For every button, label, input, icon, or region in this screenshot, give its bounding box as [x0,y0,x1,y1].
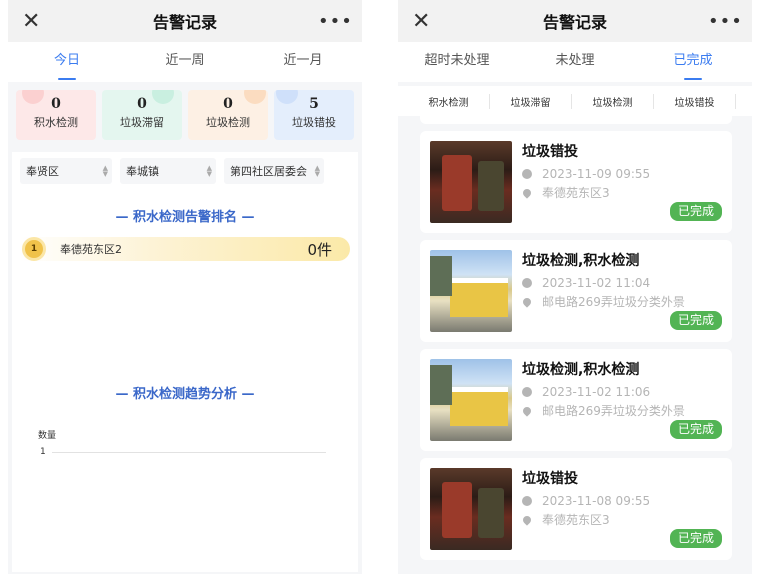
alert-thumbnail[interactable] [430,250,512,332]
close-icon[interactable]: ✕ [412,9,442,34]
town-value: 奉城镇 [126,165,159,178]
y-axis-label: 数量 [38,431,57,441]
alert-location: 邮电路269弄垃圾分类外景 [542,295,685,309]
stat-label: 垃圾错投 [292,116,336,129]
clock-icon [522,169,532,179]
list-item[interactable]: 垃圾检测,积水检测 2023-11-02 11:06 邮电路269弄垃圾分类外景… [420,349,732,451]
status-badge: 已完成 [669,420,722,439]
district-select[interactable]: 奉贤区 ▲ ▼ [20,158,112,184]
tab-today[interactable]: 今日 [8,42,126,82]
alert-title: 垃圾检测,积水检测 [522,253,640,269]
chip-garbage[interactable]: 垃圾检测 [572,93,654,109]
left-screen: ✕ 告警记录 ••• 今日 近一周 近一月 0 积水检测 0 垃圾滞留 0 垃圾… [8,0,362,574]
more-icon[interactable]: ••• [318,11,352,32]
alert-time: 2023-11-02 11:06 [542,385,651,399]
stat-card-retention[interactable]: 0 垃圾滞留 [102,90,182,140]
stat-label: 积水检测 [34,116,78,129]
tab-overdue[interactable]: 超时未处理 [398,42,516,82]
status-badge: 已完成 [669,202,722,221]
period-tabs: 今日 近一周 近一月 [8,42,362,82]
alert-location: 奉德苑东区3 [542,186,610,200]
alert-title: 垃圾错投 [522,144,578,160]
alert-thumbnail[interactable] [430,468,512,550]
chip-misplaced[interactable]: 垃圾错投 [654,93,736,109]
location-pin-icon [521,404,533,417]
page-title: 告警记录 [542,13,607,32]
list-item[interactable]: 垃圾错投 2023-11-09 09:55 奉德苑东区3 已完成 [420,131,732,233]
y-axis-tick: 1 [40,447,46,457]
alert-title: 垃圾检测,积水检测 [522,362,640,378]
more-icon[interactable]: ••• [708,11,742,32]
sort-arrows-icon: ▲ ▼ [314,164,320,178]
medal-icon: 1 [22,237,46,261]
ranking-count: 0件 [307,240,332,259]
ranking-name: 奉德苑东区2 [60,243,122,256]
community-value: 第四社区居委会 [230,165,307,178]
alert-list: 垃圾错投 2023-11-09 09:55 奉德苑东区3 已完成 垃圾检测,积水… [398,114,752,560]
alert-title: 垃圾错投 [522,471,578,487]
nav-bar: ✕ 告警记录 ••• [8,0,362,42]
ranking-title: — 积水检测告警排名 — [115,210,255,225]
close-icon[interactable]: ✕ [22,9,52,34]
community-select[interactable]: 第四社区居委会 ▲ ▼ [224,158,324,184]
alert-thumbnail[interactable] [430,359,512,441]
stat-card-garbage[interactable]: 0 垃圾检测 [188,90,268,140]
list-item[interactable]: 垃圾错投 2023-11-08 09:55 奉德苑东区3 已完成 [420,458,732,560]
alert-time: 2023-11-02 11:04 [542,276,651,290]
tab-unprocessed[interactable]: 未处理 [516,42,634,82]
location-pin-icon [521,186,533,199]
clock-icon [522,387,532,397]
alert-time: 2023-11-09 09:55 [542,167,651,181]
tab-completed[interactable]: 已完成 [634,42,752,82]
right-screen: ✕ 告警记录 ••• 超时未处理 未处理 已完成 积水检测 垃圾滞留 垃圾检测 … [398,0,752,574]
clock-icon [522,278,532,288]
list-item[interactable]: 垃圾检测,积水检测 2023-11-02 11:04 邮电路269弄垃圾分类外景… [420,240,732,342]
tab-month[interactable]: 近一月 [244,42,362,82]
tab-week[interactable]: 近一周 [126,42,244,82]
analysis-card: 奉贤区 ▲ ▼ 奉城镇 ▲ ▼ 第四社区居委会 ▲ ▼ — 积水检测告警排名 — 1 … [12,152,358,572]
alert-location: 奉德苑东区3 [542,513,610,527]
y-axis-row: 1 [40,447,350,457]
region-filters: 奉贤区 ▲ ▼ 奉城镇 ▲ ▼ 第四社区居委会 ▲ ▼ [20,158,350,184]
location-pin-icon [521,513,533,526]
status-tabs: 超时未处理 未处理 已完成 [398,42,752,82]
sort-arrows-icon: ▲ ▼ [206,164,212,178]
status-badge: 已完成 [669,529,722,548]
chip-retention[interactable]: 垃圾滞留 [490,93,572,109]
type-chips: 积水检测 垃圾滞留 垃圾检测 垃圾错投 [398,86,752,116]
list-item-partial [420,114,732,124]
alert-thumbnail[interactable] [430,141,512,223]
location-pin-icon [521,295,533,308]
alert-location: 邮电路269弄垃圾分类外景 [542,404,685,418]
stat-label: 垃圾滞留 [120,116,164,129]
district-value: 奉贤区 [26,165,59,178]
status-badge: 已完成 [669,311,722,330]
ranking-row: 1 奉德苑东区2 0件 [20,237,350,261]
stat-cards: 0 积水检测 0 垃圾滞留 0 垃圾检测 5 垃圾错投 [8,82,362,148]
trend-title: — 积水检测趋势分析 — [115,387,255,402]
page-title: 告警记录 [152,13,217,32]
nav-bar: ✕ 告警记录 ••• [398,0,752,42]
stat-card-water[interactable]: 0 积水检测 [16,90,96,140]
sort-arrows-icon: ▲ ▼ [102,164,108,178]
town-select[interactable]: 奉城镇 ▲ ▼ [120,158,216,184]
alert-time: 2023-11-08 09:55 [542,494,651,508]
grid-line [52,451,326,453]
clock-icon [522,496,532,506]
stat-label: 垃圾检测 [206,116,250,129]
chip-water[interactable]: 积水检测 [408,93,490,109]
stat-card-misplaced[interactable]: 5 垃圾错投 [274,90,354,140]
